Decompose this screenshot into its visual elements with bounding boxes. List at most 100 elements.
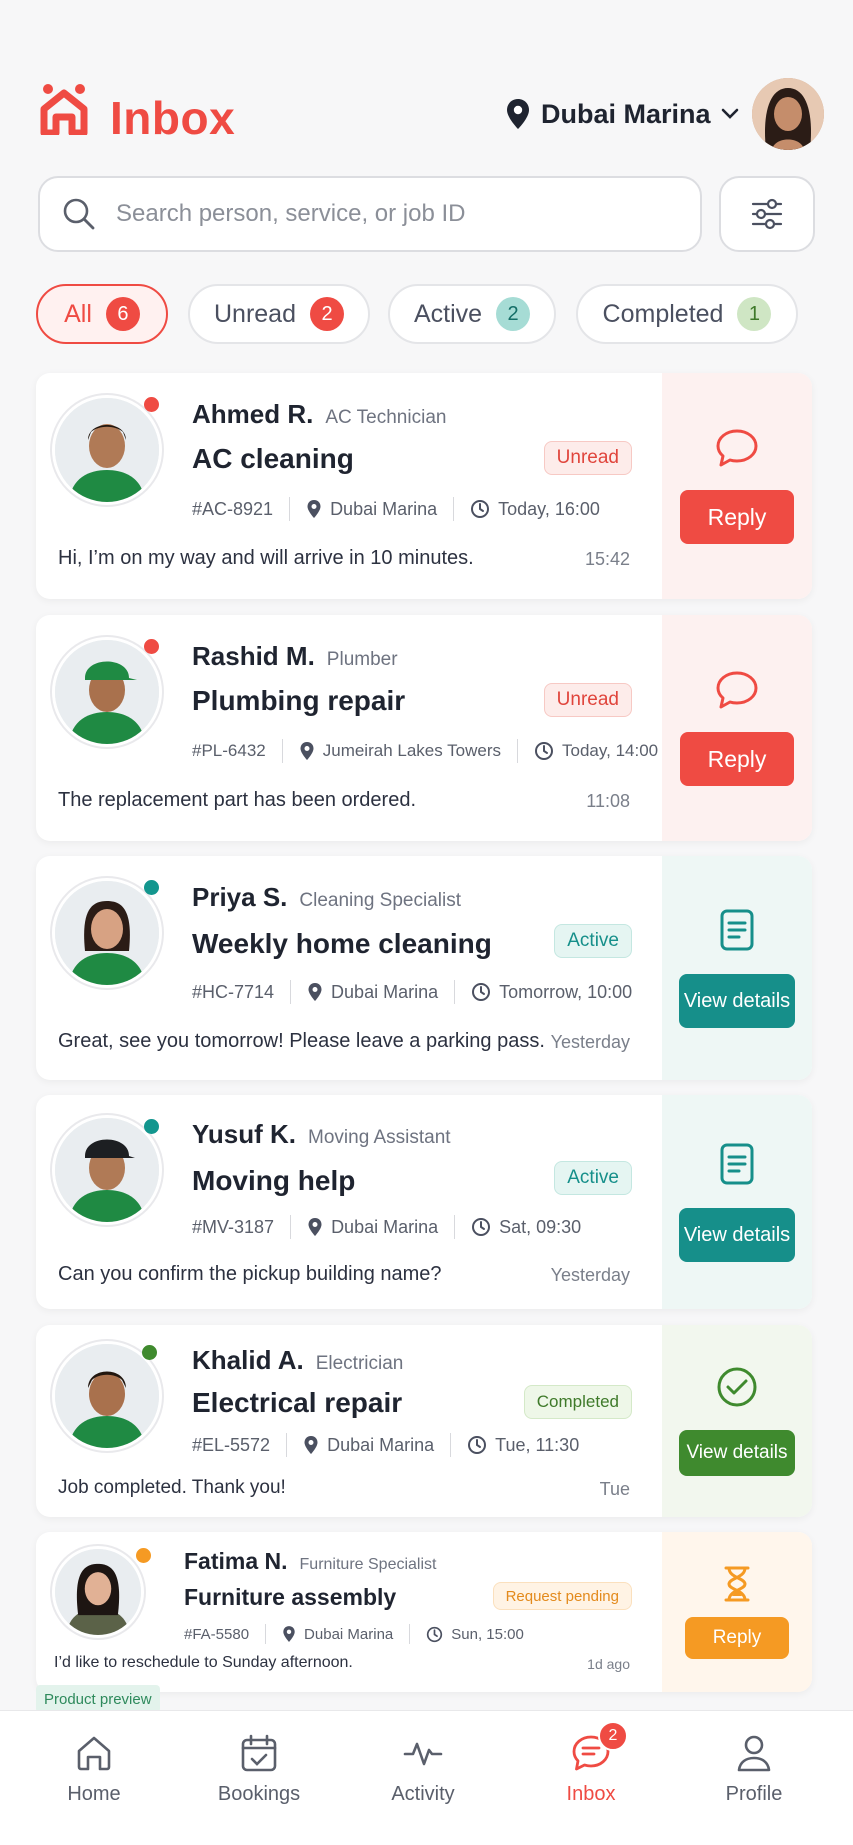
- sliders-icon: [751, 198, 783, 230]
- job-schedule: Today, 16:00: [498, 498, 600, 519]
- message-time: 15:42: [584, 549, 630, 569]
- job-location: Dubai Marina: [327, 1434, 435, 1455]
- location-selector[interactable]: Dubai Marina: [505, 98, 739, 130]
- filter-chip-unread[interactable]: Unread 2: [188, 284, 370, 344]
- message-time: Tue: [599, 1479, 630, 1499]
- view-details-button[interactable]: View details: [679, 1208, 795, 1262]
- provider-role: Electrician: [315, 1353, 404, 1374]
- document-icon: [720, 909, 754, 951]
- clock-icon: [471, 982, 491, 1002]
- job-meta: #AC-8921 Dubai Marina Today, 16:00: [192, 497, 600, 521]
- nav-inbox[interactable]: 2 Inbox: [526, 1721, 656, 1806]
- provider-role: Furniture Specialist: [299, 1556, 437, 1573]
- unread-dot: [144, 639, 159, 654]
- chip-label: Completed: [602, 299, 724, 328]
- job-schedule: Tomorrow, 10:00: [499, 981, 633, 1002]
- inbox-badge: 2: [598, 1721, 628, 1751]
- job-id: #HC-7714: [192, 981, 275, 1002]
- chip-label: Active: [413, 299, 483, 328]
- status-badge: Unread: [543, 441, 632, 475]
- document-icon: [720, 1143, 754, 1185]
- reply-button[interactable]: Reply: [685, 1617, 789, 1659]
- status-badge: Request pending: [492, 1582, 632, 1610]
- job-location: Dubai Marina: [331, 981, 439, 1002]
- last-message: I’d like to reschedule to Sunday afterno…: [54, 1654, 353, 1671]
- message-time: 1d ago: [587, 1656, 630, 1672]
- conversation-card[interactable]: Fatima N. Furniture Specialist Furniture …: [36, 1532, 812, 1692]
- nav-home[interactable]: Home: [29, 1733, 159, 1806]
- chip-label: All: [64, 299, 92, 328]
- conversation-card[interactable]: Khalid A. Electrician Electrical repair C…: [36, 1325, 812, 1517]
- provider-role: Moving Assistant: [308, 1127, 451, 1148]
- action-panel: Reply: [662, 1532, 812, 1692]
- nav-profile[interactable]: Profile: [689, 1733, 819, 1806]
- chip-count: 6: [105, 297, 140, 331]
- reply-button[interactable]: Reply: [680, 490, 794, 544]
- filter-chip-completed[interactable]: Completed 1: [576, 284, 798, 344]
- nav-label: Home: [67, 1783, 121, 1805]
- last-message: Can you confirm the pickup building name…: [58, 1263, 442, 1285]
- status-badge: Completed: [523, 1385, 632, 1419]
- view-details-button[interactable]: View details: [679, 1430, 795, 1476]
- search-icon: [63, 198, 95, 230]
- job-location: Dubai Marina: [331, 1216, 439, 1237]
- job-meta: #PL-6432 Jumeirah Lakes Towers Today, 14…: [192, 739, 658, 763]
- nav-label: Activity: [391, 1783, 455, 1805]
- provider-name: Priya S. Cleaning Specialist: [192, 882, 461, 913]
- bottom-navigation: Home Bookings Activity 2 Inbox Profile: [0, 1710, 853, 1845]
- name-text: Rashid M.: [192, 641, 315, 671]
- conversation-card[interactable]: Yusuf K. Moving Assistant Moving help Act…: [36, 1095, 812, 1309]
- calendar-check-icon: [241, 1734, 277, 1772]
- provider-name: Ahmed R. AC Technician: [192, 399, 446, 430]
- user-avatar[interactable]: [752, 78, 824, 150]
- location-pin-icon: [299, 741, 315, 761]
- reply-button[interactable]: Reply: [680, 732, 794, 786]
- job-meta: #HC-7714 Dubai Marina Tomorrow, 10:00: [192, 980, 632, 1004]
- view-details-button[interactable]: View details: [679, 974, 795, 1028]
- status-badge: Active: [554, 924, 632, 958]
- name-text: Khalid A.: [192, 1345, 304, 1375]
- last-message: The replacement part has been ordered.: [58, 789, 416, 811]
- filter-chip-all[interactable]: All 6: [36, 284, 168, 344]
- action-panel: View details: [662, 1095, 812, 1309]
- name-text: Ahmed R.: [192, 399, 314, 429]
- conversation-card[interactable]: Rashid M. Plumber Plumbing repair Unread …: [36, 615, 812, 841]
- status-badge: Unread: [543, 683, 632, 717]
- provider-avatar: [52, 395, 162, 505]
- conversation-card[interactable]: Ahmed R. AC Technician AC cleaning Unread…: [36, 373, 812, 599]
- service-title: Moving help: [192, 1165, 356, 1196]
- chip-count: 1: [737, 297, 772, 331]
- name-text: Priya S.: [192, 882, 288, 912]
- conversation-card[interactable]: Priya S. Cleaning Specialist Weekly home …: [36, 856, 812, 1080]
- job-id: #EL-5572: [192, 1434, 271, 1455]
- message-time: 11:08: [586, 791, 630, 811]
- job-schedule: Tue, 11:30: [495, 1434, 580, 1455]
- filter-button[interactable]: [719, 176, 815, 252]
- nav-bookings[interactable]: Bookings: [194, 1733, 324, 1806]
- search-bar[interactable]: Search person, service, or job ID: [38, 176, 702, 252]
- message-time: Yesterday: [550, 1265, 630, 1285]
- job-id: #MV-3187: [192, 1216, 275, 1237]
- completed-check-dot: [142, 1345, 157, 1360]
- last-message: Job completed. Thank you!: [58, 1477, 286, 1498]
- action-panel: Reply: [662, 615, 812, 841]
- active-dot: [144, 880, 159, 895]
- job-schedule: Sun, 15:00: [451, 1625, 524, 1643]
- provider-role: Cleaning Specialist: [299, 890, 461, 911]
- provider-role: Plumber: [326, 649, 398, 670]
- activity-pulse-icon: [403, 1742, 443, 1766]
- person-icon: [737, 1735, 771, 1772]
- filter-chip-active[interactable]: Active 2: [388, 284, 556, 344]
- nav-label: Profile: [725, 1783, 783, 1805]
- nav-activity[interactable]: Activity: [358, 1733, 488, 1806]
- search-placeholder: Search person, service, or job ID: [116, 200, 466, 227]
- location-pin-icon: [307, 1217, 323, 1237]
- last-message: Hi, I’m on my way and will arrive in 10 …: [58, 547, 474, 569]
- chat-bubble-icon: [716, 671, 758, 709]
- provider-name: Fatima N. Furniture Specialist: [184, 1548, 436, 1575]
- location-pin-icon: [303, 1435, 319, 1455]
- action-panel: View details: [662, 856, 812, 1080]
- location-pin-icon: [282, 1625, 296, 1643]
- chip-label: Unread: [214, 299, 296, 328]
- home-logo-icon: [40, 84, 88, 135]
